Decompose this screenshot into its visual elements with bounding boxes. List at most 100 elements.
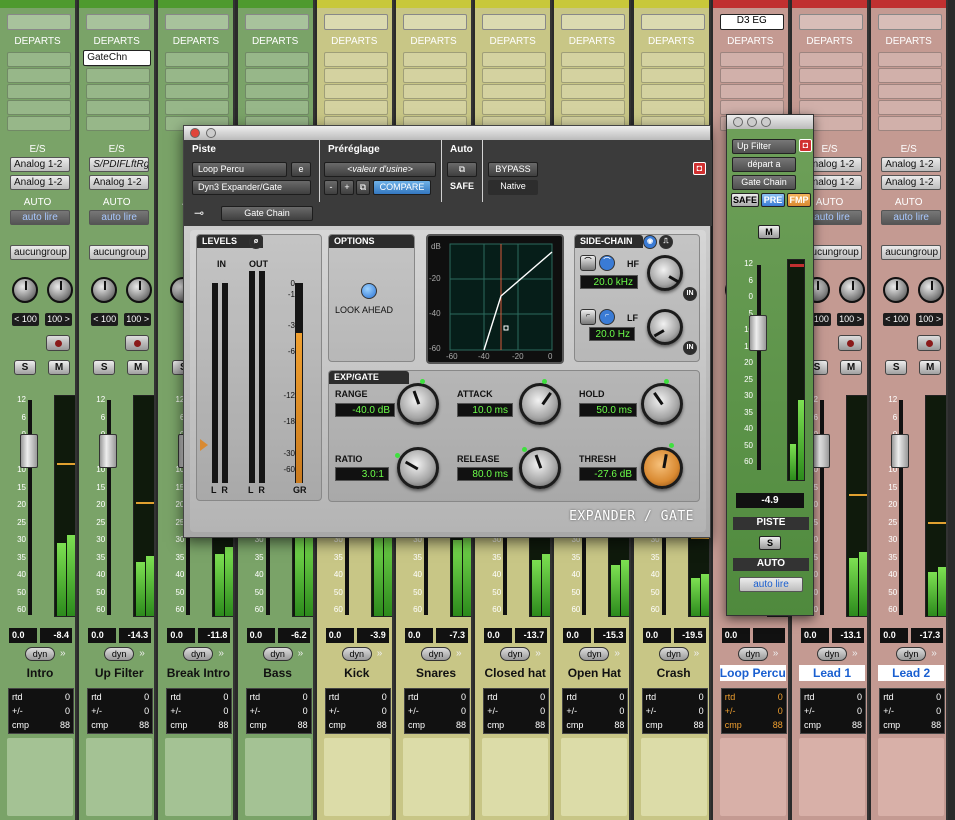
dyn-button[interactable]: dyn [25,647,55,661]
send-slot[interactable] [719,52,784,67]
group-selector[interactable]: aucungroup [881,245,942,260]
send-slot[interactable] [482,84,547,99]
send-gate-selector[interactable]: Gate Chain [732,175,796,190]
insert-slot-top[interactable]: D3 EG [719,14,784,30]
send-slot[interactable] [323,52,388,67]
insert-tag[interactable]: GateChn [83,50,152,66]
peak-readout[interactable]: -17.3 [911,628,944,643]
peak-readout[interactable]: -19.5 [673,628,706,643]
chevron-right-icon[interactable]: » [773,648,779,659]
record-button[interactable] [46,335,70,351]
send-slot[interactable] [719,100,784,115]
pan-knob-right[interactable] [839,277,865,303]
peak-readout[interactable]: -13.1 [832,628,864,643]
peak-readout[interactable]: -3.9 [356,628,389,643]
zoom-icon[interactable] [206,128,216,138]
insert-slot-top[interactable] [482,14,547,30]
send-slot[interactable] [7,84,71,99]
peak-readout[interactable]: -11.8 [198,628,231,643]
range-value[interactable]: -40.0 dB [335,403,395,417]
native-button[interactable]: Native [488,180,538,195]
send-slot[interactable] [403,52,467,67]
chevron-right-icon[interactable]: » [298,648,304,659]
chevron-right-icon[interactable]: » [614,648,620,659]
send-close-red-icon[interactable]: ◘ [799,139,812,152]
peak-readout[interactable] [752,628,785,643]
input-selector[interactable]: Analog 1-2 [881,157,942,172]
chevron-right-icon[interactable]: » [456,648,462,659]
send-slot[interactable] [878,52,943,67]
chevron-right-icon[interactable]: » [852,648,858,659]
attack-value[interactable]: 10.0 ms [457,403,513,417]
release-knob[interactable] [519,447,561,489]
dyn-button[interactable]: dyn [658,647,689,661]
track-name[interactable]: Up Filter [86,665,152,681]
volume-fader[interactable] [891,434,910,468]
send-insert-selector[interactable]: Up Filter [732,139,796,154]
volume-readout[interactable]: 0.0 [325,628,354,643]
solo-button[interactable]: S [93,360,116,375]
send-slot[interactable] [165,52,230,67]
hf-filter-icon[interactable]: ⌒ [580,255,596,271]
volume-readout[interactable]: 0.0 [88,628,117,643]
compare-button[interactable]: COMPARE [373,180,431,195]
input-selector[interactable]: S/PDIFLftRg [89,157,150,172]
send-volume-readout[interactable]: -4.9 [736,493,804,508]
key-input-selector[interactable]: Gate Chain [221,206,313,221]
safe-button[interactable]: SAFE [445,180,479,195]
auto-mode-selector[interactable]: auto lire [89,210,150,225]
output-selector[interactable]: Analog 1-2 [881,175,942,190]
hf-value[interactable]: 20.0 kHz [580,275,638,289]
send-safe-button[interactable]: SAFE [731,193,759,207]
ratio-value[interactable]: 3.0:1 [335,467,389,481]
send-slot[interactable] [878,116,943,131]
volume-fader[interactable] [99,434,118,468]
lf-in-button[interactable]: IN [683,341,697,355]
send-fader-cap[interactable] [749,315,767,351]
send-slot[interactable] [86,68,151,83]
dyn-button[interactable]: dyn [896,647,927,661]
send-slot[interactable] [86,100,151,115]
volume-readout[interactable]: 0.0 [721,628,750,643]
send-slot[interactable] [165,68,230,83]
send-slot[interactable] [799,68,863,83]
insert-slot-top[interactable] [799,14,863,30]
volume-readout[interactable]: 0.0 [801,628,829,643]
pan-knob-left[interactable] [91,277,118,303]
insert-slot-top[interactable] [7,14,71,30]
volume-readout[interactable]: 0.0 [405,628,433,643]
send-slot[interactable] [878,84,943,99]
send-slot[interactable] [719,68,784,83]
track-name[interactable]: Loop Percu [719,665,786,681]
pan-value-right[interactable]: 100 > [916,313,944,326]
track-name[interactable]: Intro [7,665,73,681]
volume-readout[interactable]: 0.0 [246,628,275,643]
volume-readout[interactable]: 0.0 [563,628,592,643]
send-slot[interactable] [403,84,467,99]
send-slot[interactable] [403,100,467,115]
dyn-button[interactable]: dyn [817,647,847,661]
peak-readout[interactable]: -8.4 [40,628,72,643]
track-name[interactable]: Snares [403,665,469,681]
send-slot[interactable] [719,84,784,99]
dyn-button[interactable]: dyn [341,647,372,661]
record-button[interactable] [125,335,150,351]
track-name[interactable]: Lead 2 [878,665,945,681]
insert-slot-top[interactable] [323,14,388,30]
pan-value-right[interactable]: 100 > [124,313,152,326]
chevron-right-icon[interactable]: » [931,648,937,659]
send-slot[interactable] [244,84,309,99]
send-slot[interactable] [561,68,626,83]
send-pre-button[interactable]: PRE [761,193,785,207]
pan-knob-right[interactable] [47,277,73,303]
peak-readout[interactable]: -13.7 [515,628,548,643]
send-selector[interactable]: départ a [732,157,796,172]
lf-value[interactable]: 20.0 Hz [589,327,635,341]
insert-slot-top[interactable] [86,14,151,30]
volume-readout[interactable]: 0.0 [9,628,37,643]
volume-fader[interactable] [20,434,38,468]
send-slot[interactable] [7,116,71,131]
preset-copy-button[interactable]: ⧉ [356,180,370,195]
send-slot[interactable] [244,68,309,83]
preset-selector[interactable]: <valeur d'usine> [324,162,436,177]
